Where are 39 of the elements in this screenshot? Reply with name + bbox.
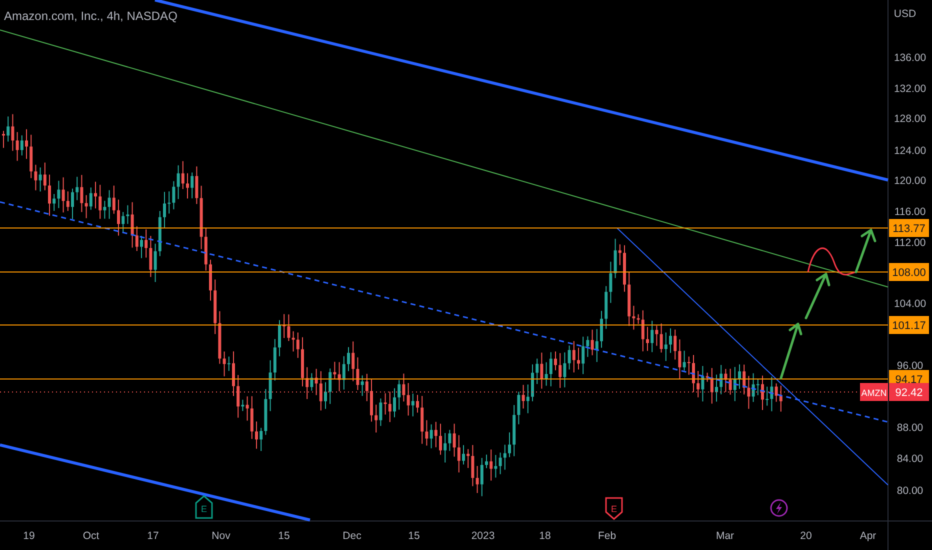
price-badge: 92.42 [889,383,929,401]
price-axis-label: 80.00 [896,485,924,497]
chart-title: Amazon.com, Inc., 4h, NASDAQ [4,9,178,23]
time-axis-label: Mar [716,530,734,542]
price-axis-label: 84.00 [896,453,924,465]
price-axis-label: 132.00 [894,83,926,95]
price-axis-label: 124.00 [894,145,926,157]
time-axis-label: Feb [598,530,616,542]
price-axis-label: 112.00 [894,237,926,249]
time-axis-label: 15 [278,530,290,542]
up-arrow-icon [804,272,830,320]
earnings-marker[interactable]: E [195,495,213,519]
time-axis-label: Oct [82,530,100,542]
price-badge: 108.00 [889,263,929,281]
symbol-badge: AMZN [860,383,888,401]
price-axis-label: 104.00 [894,298,926,310]
time-axis-label: Nov [212,530,230,542]
price-badge: 101.17 [889,316,929,334]
projection-curve [807,248,856,276]
time-axis-label: 20 [800,530,812,542]
time-axis-label: 18 [539,530,551,542]
time-axis-label: 15 [408,530,420,542]
up-arrow-icon [780,322,802,380]
earnings-marker[interactable]: E [605,497,623,520]
time-axis-label: Dec [342,530,362,542]
price-badge: 113.77 [889,219,929,237]
lightning-icon[interactable] [770,499,788,517]
currency-label: USD [894,8,916,20]
time-axis-label: Apr [860,530,876,542]
time-axis-label: 2023 [471,530,495,542]
time-axis-label: 17 [147,530,159,542]
price-axis-label: 128.00 [894,113,926,125]
price-axis-label: 116.00 [894,206,926,218]
time-axis-label: 19 [23,530,35,542]
price-axis-label: 120.00 [894,175,926,187]
price-axis-label: 88.00 [896,422,924,434]
price-axis-label: 96.00 [896,360,924,372]
up-arrow-icon [854,228,876,274]
price-axis-label: 136.00 [894,52,926,64]
